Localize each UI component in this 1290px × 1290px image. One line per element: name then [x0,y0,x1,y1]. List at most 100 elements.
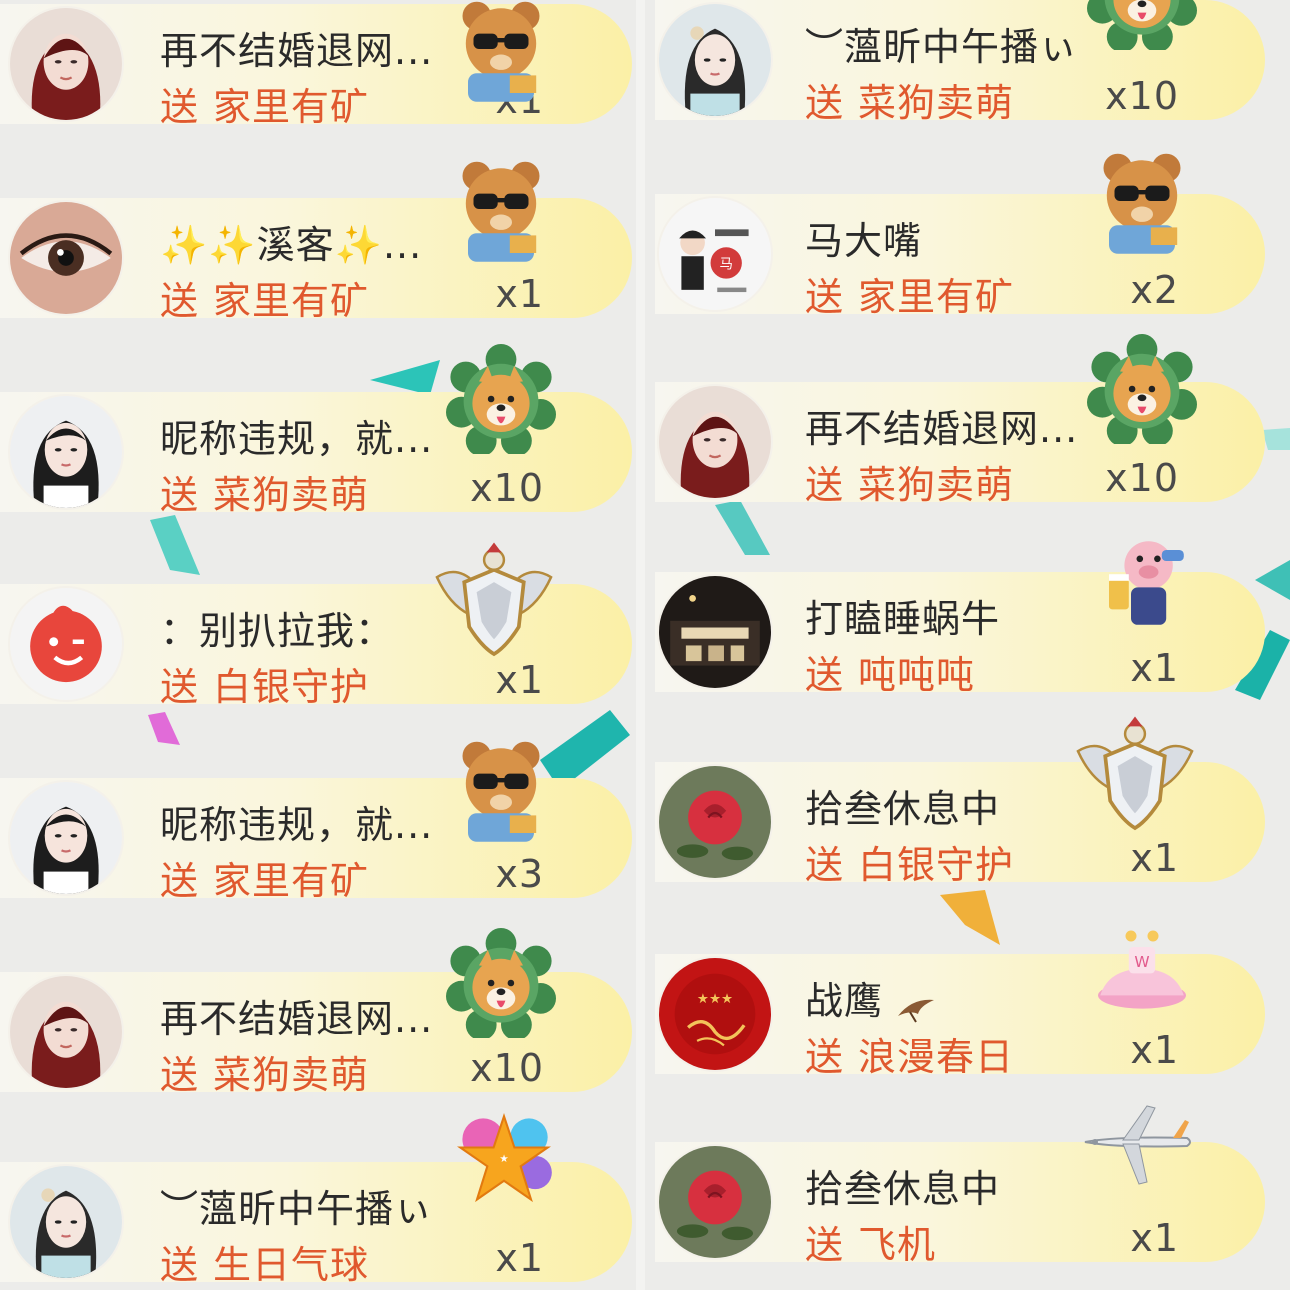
sender-username[interactable]: 再不结婚退网... [160,20,460,75]
gift-name: 家里有矿 [213,859,370,903]
avatar-red-smiley[interactable] [8,586,124,702]
gift-message[interactable]: 拾叁休息中 送白银守护 x1 [645,716,1265,889]
sender-username[interactable]: 马大嘴 [805,210,1095,265]
gift-message[interactable]: ︶薀昕中午播ぃ 送菜狗卖萌 x10 [645,0,1265,127]
gift-quantity: x10 [470,1046,544,1090]
sender-username[interactable]: 昵称违规，就... [160,794,460,849]
bear-sunglasses-icon [446,734,556,844]
birthday-balloon-icon: ★ [452,1108,556,1212]
gift-description: 送菜狗卖萌 [160,1044,369,1099]
avatar-red-rose[interactable] [657,1144,773,1260]
avatar-woman-red-hair[interactable] [657,384,773,500]
gift-message[interactable]: ：别扒拉我： 送白银守护 x1 [0,542,632,711]
gift-message[interactable]: 昵称违规，就... 送菜狗卖萌 x10 [0,344,632,517]
gift-name: 菜狗卖萌 [858,463,1015,507]
hawk-icon [896,989,936,1023]
gift-name: 家里有矿 [213,85,370,129]
gift-message[interactable]: ︶薀昕中午播ぃ 送生日气球 x1 ★ [0,1113,632,1289]
gift-name: 家里有矿 [213,279,370,323]
gift-quantity: x1 [1130,1028,1179,1072]
avatar-night-street[interactable] [657,574,773,690]
bear-sunglasses-icon [1087,146,1197,256]
gift-description: 送白银守护 [805,834,1014,889]
sender-username[interactable]: ︶薀昕中午播ぃ [160,1178,460,1233]
sender-username[interactable]: ︶薀昕中午播ぃ [805,16,1095,71]
shiba-dog-icon [1087,334,1197,444]
avatar-woman-red-hair[interactable] [8,974,124,1090]
bear-sunglasses-icon [446,0,556,104]
send-verb: 送 [805,275,845,319]
sender-username[interactable]: ：别扒拉我： [160,600,460,655]
gift-description: 送菜狗卖萌 [805,454,1014,509]
svg-text:W: W [1134,953,1149,971]
avatar-cartoon-man[interactable]: 马 [657,196,773,312]
sender-username[interactable]: 再不结婚退网... [160,988,460,1043]
sender-username[interactable]: 打瞌睡蜗牛 [805,588,1095,643]
send-verb: 送 [805,843,845,887]
svg-text:★★★: ★★★ [697,992,733,1007]
sender-username[interactable]: ✨✨溪客✨... [160,214,460,269]
bear-sunglasses-icon [446,154,556,264]
avatar-eye-closeup[interactable] [8,200,124,316]
gift-quantity: x1 [495,272,544,316]
avatar-woman-traditional[interactable] [8,1164,124,1280]
send-verb: 送 [160,1053,200,1097]
gift-name: 家里有矿 [858,275,1015,319]
gift-description: 送菜狗卖萌 [805,72,1014,127]
sender-username[interactable]: 再不结婚退网... [805,398,1095,453]
gift-message[interactable]: 再不结婚退网... 送家里有矿 x1 [0,0,632,129]
airplane-icon [1077,1102,1197,1192]
svg-text:★: ★ [499,1153,508,1165]
send-verb: 送 [160,473,200,517]
avatar-woman-dark-hair[interactable] [8,780,124,896]
shiba-dog-icon [446,928,556,1038]
gift-name: 吨吨吨 [858,653,976,697]
gift-message[interactable]: 拾叁休息中 送飞机 x1 [645,1105,1265,1269]
send-verb: 送 [805,1035,845,1079]
svg-text:马: 马 [719,257,732,273]
sender-username[interactable]: 昵称违规，就... [160,408,460,463]
pink-cake-icon: W [1087,914,1197,1024]
send-verb: 送 [805,463,845,507]
gift-name: 菜狗卖萌 [213,473,370,517]
send-verb: 送 [160,279,200,323]
gift-message[interactable]: 马 马大嘴 送家里有矿 x2 [645,153,1265,321]
avatar-woman-traditional[interactable] [657,2,773,118]
gift-description: 送家里有矿 [160,270,369,325]
gift-description: 送白银守护 [160,656,369,711]
gift-name: 白银守护 [858,843,1015,887]
gift-message[interactable]: 昵称违规，就... 送家里有矿 x3 [0,741,632,903]
avatar-red-rose[interactable] [657,764,773,880]
gift-quantity: x1 [1130,836,1179,880]
gift-quantity: x10 [1105,74,1179,118]
sender-username[interactable]: 战鹰 [805,970,1095,1025]
gift-description: 送浪漫春日 [805,1026,1014,1081]
shiba-dog-icon [446,344,556,454]
gift-message[interactable]: ★★★ 战鹰 送浪漫春日 x1 W [645,930,1265,1081]
gift-message[interactable]: 打瞌睡蜗牛 送吨吨吨 x1 [645,541,1265,699]
send-verb: 送 [160,1243,200,1287]
gift-name: 菜狗卖萌 [213,1053,370,1097]
gift-quantity: x1 [495,658,544,702]
gift-quantity: x3 [495,852,544,896]
avatar-woman-dark-hair[interactable] [8,394,124,510]
gift-name: 浪漫春日 [858,1035,1015,1079]
gift-description: 送家里有矿 [805,266,1014,321]
gift-message[interactable]: 再不结婚退网... 送菜狗卖萌 x10 [0,928,632,1099]
silver-shield-icon [432,540,556,664]
avatar-red-calligraphy[interactable]: ★★★ [657,956,773,1072]
gift-description: 送生日气球 [160,1234,369,1289]
sender-username[interactable]: 拾叁休息中 [805,1158,1095,1213]
gift-description: 送吨吨吨 [805,644,975,699]
gift-feed-left: 再不结婚退网... 送家里有矿 x1 ✨✨溪客✨... 送家里有矿 x1 昵称违… [0,0,635,1290]
gift-name: 飞机 [858,1223,937,1267]
gift-quantity: x10 [470,466,544,510]
gift-message[interactable]: 再不结婚退网... 送菜狗卖萌 x10 [645,334,1265,509]
sender-username[interactable]: 拾叁休息中 [805,778,1095,833]
gift-name: 菜狗卖萌 [858,81,1015,125]
gift-message[interactable]: ✨✨溪客✨... 送家里有矿 x1 [0,161,632,325]
send-verb: 送 [160,859,200,903]
gift-description: 送飞机 [805,1214,936,1269]
send-verb: 送 [805,653,845,697]
avatar-woman-red-hair[interactable] [8,6,124,122]
